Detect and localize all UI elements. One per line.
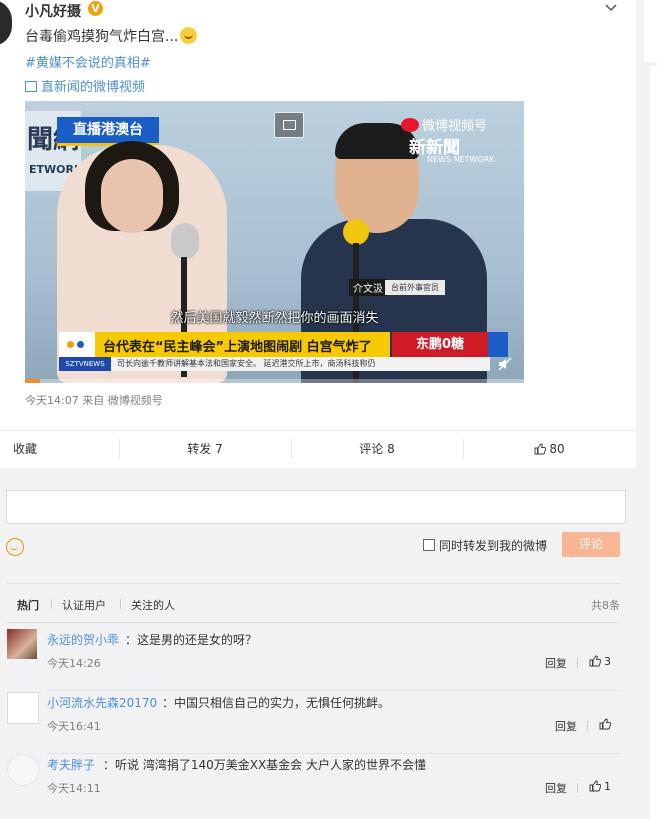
comment-like-button[interactable]: 1 <box>589 780 611 793</box>
repost-checkbox[interactable] <box>423 539 435 551</box>
comment-like-count: 1 <box>604 780 611 793</box>
reply-button[interactable]: 回复 <box>545 780 567 796</box>
reply-divider <box>577 658 578 668</box>
verified-badge-icon: V <box>88 1 103 16</box>
tab-verified-users[interactable]: 认证用户 <box>62 597 106 613</box>
news-ticker: SZTVNEWS 司长向逾千教师讲解基本法和国家安全。 延迟港交所上市，商汤科技… <box>59 357 490 371</box>
thumbs-up-icon <box>534 443 547 455</box>
headline-banner: 台代表在“民主峰会”上演地图闹剧 白宫气炸了 <box>59 332 390 357</box>
post-meta: 今天14:07 来自 微博视频号 <box>25 392 163 408</box>
comment-like-button[interactable]: 3 <box>589 655 611 668</box>
comment-separator: ： <box>103 758 116 772</box>
video-progress-fill <box>25 379 40 383</box>
video-progress-bar[interactable] <box>25 379 524 383</box>
submit-comment-button[interactable]: 评论 <box>562 532 620 557</box>
post-body: 台毒偷鸡摸狗气炸白宫... <box>25 29 179 45</box>
comment-time: 今天14:11 <box>47 782 101 795</box>
reply-divider <box>577 783 578 793</box>
comment-text: ：这是男的还是女的呀？ <box>125 631 257 648</box>
comment-body: 听说 湾湾捐了140万美金XX基金会 大户人家的世界不会懂 <box>115 758 426 772</box>
comment-separator: ： <box>162 696 175 710</box>
guest-microphone <box>343 219 369 245</box>
tab-following[interactable]: 关注的人 <box>131 597 175 613</box>
commenter-name[interactable]: 永远的贺小乖 <box>47 631 119 648</box>
like-button[interactable]: 80 <box>463 431 636 469</box>
repost-checkbox-label[interactable]: 同时转发到我的微博 <box>439 537 547 554</box>
reply-button[interactable]: 回复 <box>545 655 567 671</box>
thumbs-up-icon <box>599 718 611 730</box>
hashtag-link[interactable]: #黄媒不会说的真相# <box>25 52 151 71</box>
comment-like-count: 3 <box>604 655 611 668</box>
comment-separator: ： <box>125 633 138 647</box>
comment-body: 这是男的还是女的呀？ <box>137 633 258 647</box>
video-host-face <box>101 159 163 233</box>
sponsor-brand-accent <box>488 332 508 357</box>
comment-time: 今天16:41 <box>47 720 101 733</box>
comment-divider <box>47 690 620 691</box>
sponsor-brand: 东鹏0糖 <box>392 332 488 357</box>
thumbs-up-icon <box>589 655 601 667</box>
comments-section: 同时转发到我的微博 评论 热门 认证用户 关注的人 共8条 永远的贺小乖 ：这是… <box>0 468 636 819</box>
comment-input[interactable] <box>6 490 626 524</box>
video-subtitle: 然后美国就毅然断然把你的画面消失 <box>170 311 379 326</box>
comment-count: 共8条 <box>591 599 620 612</box>
commenter-name[interactable]: 小河流水先森20170 <box>47 694 157 711</box>
ticker-text: 司长向逾千教师讲解基本法和国家安全。 延迟港交所上市，商汤科技称仍 <box>117 359 376 368</box>
commenter-avatar[interactable] <box>7 692 39 724</box>
reply-divider <box>587 721 588 731</box>
comment-text: ：中国只相信自己的实力，无惧任何挑衅。 <box>162 694 390 711</box>
speaker-title-tag: 台前外事官员 <box>385 280 445 295</box>
page-gutter <box>636 0 657 819</box>
comment-button[interactable]: 评论 8 <box>291 431 463 469</box>
mute-icon[interactable] <box>498 357 512 371</box>
author-username[interactable]: 小凡好摄 <box>25 1 81 21</box>
comment-item: 永远的贺小乖 ：这是男的还是女的呀？ 今天14:26 回复 3 <box>7 629 620 691</box>
headline-banner-logo <box>59 332 95 357</box>
tab-divider <box>51 599 52 609</box>
headline-text: 台代表在“民主峰会”上演地图闹剧 白宫气炸了 <box>103 340 372 355</box>
weibo-watermark-text: 微博视频号 <box>422 119 488 134</box>
video-source-link[interactable]: 直新闻的微博视频 <box>25 76 145 95</box>
comment-time: 今天14:26 <box>47 657 101 670</box>
comment-text: ：听说 湾湾捐了140万美金XX基金会 大户人家的世界不会懂 <box>103 756 426 773</box>
weibo-post-card: 小凡好摄 V 台毒偷鸡摸狗气炸白宫... #黄媒不会说的真相# 直新闻的微博视频… <box>0 0 636 468</box>
chevron-down-icon[interactable] <box>604 3 618 13</box>
weibo-video-watermark: 微博视频号 <box>401 115 487 134</box>
post-source[interactable]: 来自 微博视频号 <box>82 394 163 407</box>
gutter-card-edge <box>644 0 657 62</box>
post-action-bar: 收藏 转发 7 评论 8 80 <box>0 430 636 469</box>
video-source-label: 直新闻的微博视频 <box>41 80 146 95</box>
repost-button[interactable]: 转发 7 <box>119 431 291 469</box>
host-microphone <box>171 223 199 259</box>
favorite-button[interactable]: 收藏 <box>0 431 50 469</box>
video-link-icon <box>25 81 37 92</box>
like-count: 80 <box>549 442 565 456</box>
comment-body: 中国只相信自己的实力，无惧任何挑衅。 <box>174 696 391 710</box>
gutter-card-edge-2 <box>650 66 657 819</box>
laugh-cry-emoji-icon <box>180 27 198 44</box>
ticker-channel-tag: SZTVNEWS <box>59 357 111 371</box>
comment-item: 考夫胖子 ：听说 湾湾捐了140万美金XX基金会 大户人家的世界不会懂 今天14… <box>7 754 620 816</box>
tab-hot[interactable]: 热门 <box>17 597 39 613</box>
commenter-avatar[interactable] <box>7 754 39 786</box>
post-time[interactable]: 今天14:07 <box>25 394 79 407</box>
commenter-name[interactable]: 考夫胖子 <box>47 756 95 773</box>
weibo-logo-icon <box>401 118 419 132</box>
picture-in-picture-icon[interactable] <box>274 112 304 138</box>
video-player[interactable]: 聞網 ETWORK 直播港澳台 微博视频号 新新聞 NEWS NETWORK 介… <box>25 101 524 383</box>
speaker-name-tag: 介文汲 <box>349 279 387 296</box>
author-avatar[interactable] <box>0 0 12 46</box>
emoji-picker-icon[interactable] <box>6 538 24 556</box>
comment-item: 小河流水先森20170 ：中国只相信自己的实力，无惧任何挑衅。 今天16:41 … <box>7 692 620 754</box>
tab-divider <box>120 599 121 609</box>
commenter-avatar[interactable] <box>7 629 37 659</box>
news-network-watermark-sub: NEWS NETWORK <box>427 155 495 164</box>
post-text: 台毒偷鸡摸狗气炸白宫... <box>25 26 198 46</box>
comment-like-button[interactable] <box>599 718 614 731</box>
comment-filter-tabs: 热门 认证用户 关注的人 共8条 <box>7 583 620 623</box>
thumbs-up-icon <box>589 780 601 792</box>
reply-button[interactable]: 回复 <box>555 718 577 734</box>
